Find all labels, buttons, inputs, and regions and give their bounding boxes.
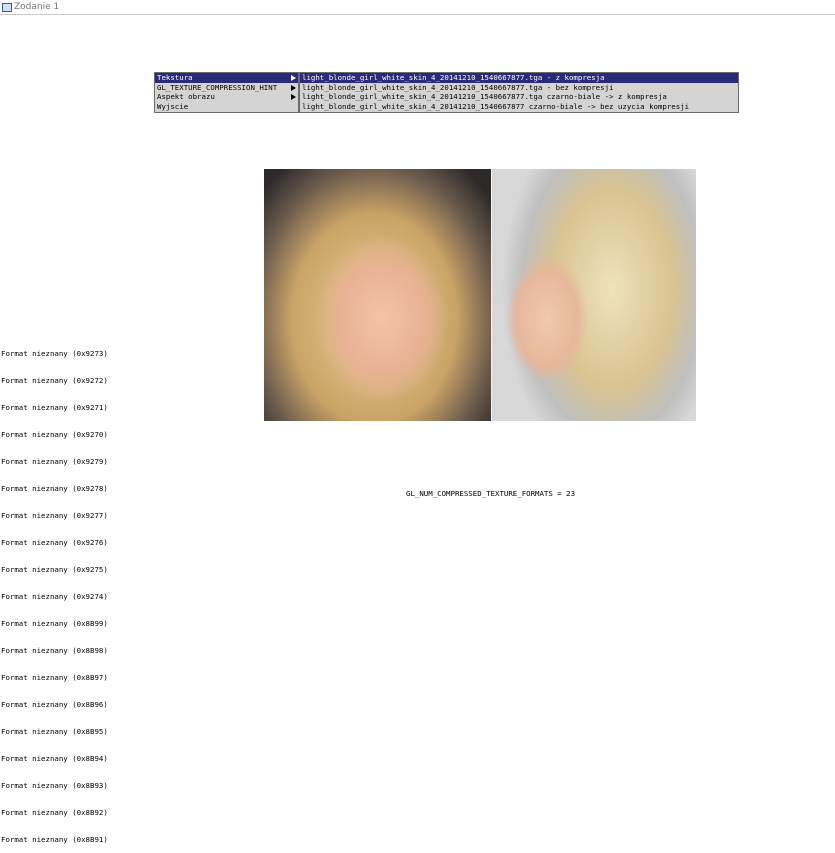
menu-item-label: GL_TEXTURE_COMPRESSION_HINT (157, 82, 278, 92)
submenu-item-bw-compressed[interactable]: light_blonde_girl_white_skin_4_20141210_… (300, 92, 738, 102)
log-line: Format nieznany (0x8B93) (1, 781, 108, 790)
compressed-formats-status: GL_NUM_COMPRESSED_TEXTURE_FORMATS = 23 (406, 489, 576, 498)
submenu-item-label: light_blonde_girl_white_skin_4_20141210_… (302, 101, 690, 111)
log-line: Format nieznany (0x9270) (1, 430, 108, 439)
menu-item-label: Wyjscie (157, 101, 189, 111)
submenu-item-label: light_blonde_girl_white_skin_4_20141210_… (302, 82, 614, 92)
context-menu: Tekstura GL_TEXTURE_COMPRESSION_HINT Asp… (154, 72, 299, 113)
log-line: Format nieznany (0x9279) (1, 457, 108, 466)
submenu-item-label: light_blonde_girl_white_skin_4_20141210_… (302, 92, 667, 101)
title-bar[interactable]: Zodanie 1 (0, 0, 835, 15)
portrait-front-view (264, 169, 492, 421)
portrait-profile-view (492, 169, 696, 421)
log-line: Format nieznany (0x9274) (1, 592, 108, 601)
submenu-arrow-icon (291, 75, 296, 81)
format-log: Format nieznany (0x9273) Format nieznany… (1, 331, 108, 853)
log-line: Format nieznany (0x8B97) (1, 673, 108, 682)
log-line: Format nieznany (0x8B95) (1, 727, 108, 736)
log-line: Format nieznany (0x8B92) (1, 808, 108, 817)
log-line: Format nieznany (0x8B98) (1, 646, 108, 655)
menu-item-compression-hint[interactable]: GL_TEXTURE_COMPRESSION_HINT (155, 83, 298, 93)
texture-preview-image (264, 169, 696, 421)
log-line: Format nieznany (0x8B99) (1, 619, 108, 628)
window-title: Zodanie 1 (14, 2, 60, 12)
menu-item-aspekt-obrazu[interactable]: Aspekt obrazu (155, 92, 298, 102)
menu-item-tekstura[interactable]: Tekstura (155, 73, 298, 83)
submenu-arrow-icon (291, 94, 296, 100)
submenu-item-uncompressed[interactable]: light_blonde_girl_white_skin_4_20141210_… (300, 83, 738, 93)
submenu-item-compressed[interactable]: light_blonde_girl_white_skin_4_20141210_… (300, 73, 738, 83)
log-line: Format nieznany (0x8B94) (1, 754, 108, 763)
log-line: Format nieznany (0x9275) (1, 565, 108, 574)
log-line: Format nieznany (0x9276) (1, 538, 108, 547)
menu-item-wyjscie[interactable]: Wyjscie (155, 102, 298, 112)
submenu-item-label: light_blonde_girl_white_skin_4_20141210_… (302, 73, 605, 82)
log-line: Format nieznany (0x9272) (1, 376, 108, 385)
log-line: Format nieznany (0x9277) (1, 511, 108, 520)
log-line: Format nieznany (0x8B96) (1, 700, 108, 709)
submenu-arrow-icon (291, 84, 296, 91)
submenu-item-bw-uncompressed[interactable]: light_blonde_girl_white_skin_4_20141210_… (300, 102, 738, 112)
app-window-icon (2, 3, 12, 12)
menu-item-label: Aspekt obrazu (157, 92, 215, 101)
log-line: Format nieznany (0x8B91) (1, 835, 108, 844)
menu-item-label: Tekstura (157, 73, 193, 82)
log-line: Format nieznany (0x9278) (1, 484, 108, 493)
log-line: Format nieznany (0x9271) (1, 403, 108, 412)
texture-submenu: light_blonde_girl_white_skin_4_20141210_… (299, 72, 739, 113)
log-line: Format nieznany (0x9273) (1, 349, 108, 358)
